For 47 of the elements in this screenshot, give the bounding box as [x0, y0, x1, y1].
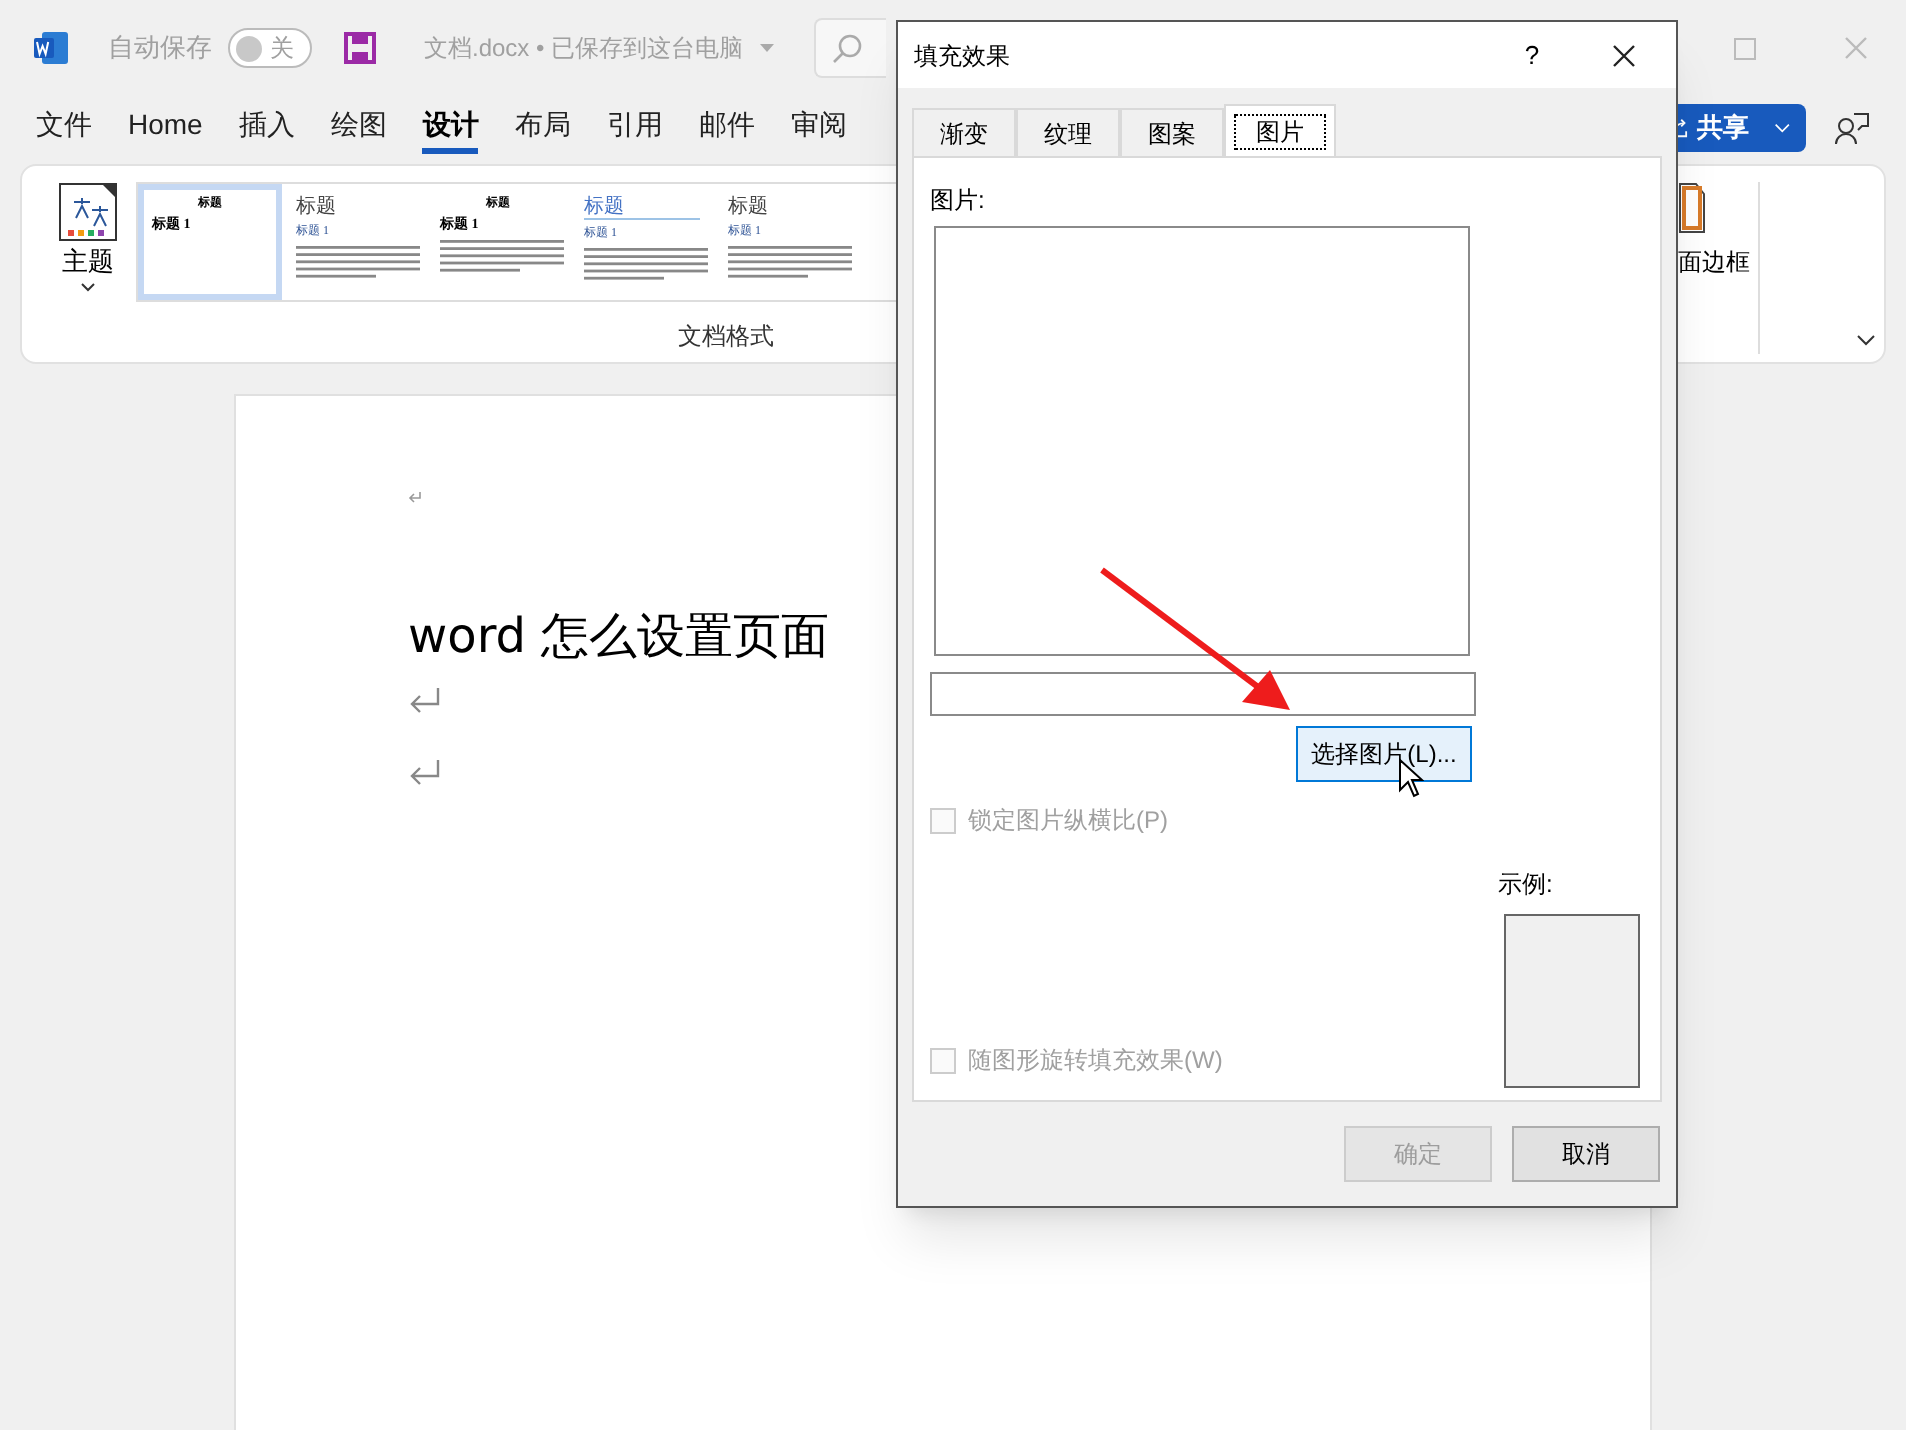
menu-tab[interactable]: 插入 [238, 102, 295, 154]
picture-label: 图片: [930, 184, 987, 218]
style-title: 标题 [728, 198, 770, 218]
dialog-tab[interactable]: 渐变 [912, 108, 1016, 156]
paragraph-mark-icon [408, 688, 440, 716]
word-logo-icon [34, 32, 68, 64]
text-lines-drawing [728, 246, 852, 282]
search-icon [831, 32, 864, 64]
menu-tab[interactable]: 布局 [514, 102, 571, 154]
sample-label: 示例: [1498, 868, 1553, 902]
style-title: 标题 [296, 198, 338, 218]
paragraph-mark-icon [408, 492, 422, 504]
style-title: 标题 [584, 198, 700, 220]
file-path-field[interactable] [930, 672, 1476, 716]
dialog-title: 填充效果 [914, 39, 1010, 73]
menu-tab[interactable]: 绘图 [330, 102, 387, 154]
dialog-tab[interactable]: 图片 [1224, 104, 1336, 158]
menu-tab[interactable]: 设计 [422, 102, 479, 154]
group-label: 文档格式 [678, 320, 774, 354]
close-icon[interactable] [1612, 43, 1636, 67]
menu-tab[interactable]: 审阅 [790, 102, 847, 154]
search-field[interactable] [813, 18, 886, 78]
page-border-icon [1678, 182, 1706, 234]
checkbox-label: 随图形旋转填充效果(W) [968, 1044, 1223, 1078]
dialog-tab[interactable]: 纹理 [1016, 108, 1120, 156]
save-icon[interactable] [344, 32, 376, 64]
theme-button[interactable]: 主题 [50, 182, 126, 291]
page-border-button[interactable]: 面边框 [1678, 182, 1750, 274]
chevron-down-icon [80, 281, 96, 291]
autosave-label: 自动保存 [108, 30, 212, 67]
dialog-tab[interactable]: 图案 [1120, 108, 1224, 156]
checkbox-label: 锁定图片纵横比(P) [968, 804, 1168, 838]
cancel-button[interactable]: 取消 [1512, 1126, 1660, 1182]
menu-tab[interactable]: Home [128, 102, 203, 154]
comment-icon[interactable] [1834, 111, 1870, 145]
menu-tab[interactable]: 引用 [606, 102, 663, 154]
caret-icon [759, 44, 774, 52]
chevron-down-icon [1773, 122, 1790, 134]
menu-tab[interactable]: 文件 [36, 102, 92, 154]
text-lines-drawing [440, 240, 564, 276]
help-button[interactable]: ? [1512, 35, 1552, 75]
collapse-ribbon-icon[interactable] [1856, 334, 1876, 346]
menu-tab[interactable]: 邮件 [698, 102, 755, 154]
text-lines-drawing [584, 248, 708, 284]
text-lines-drawing [296, 246, 420, 282]
theme-icon [58, 182, 118, 242]
paragraph-mark-icon [408, 760, 440, 788]
